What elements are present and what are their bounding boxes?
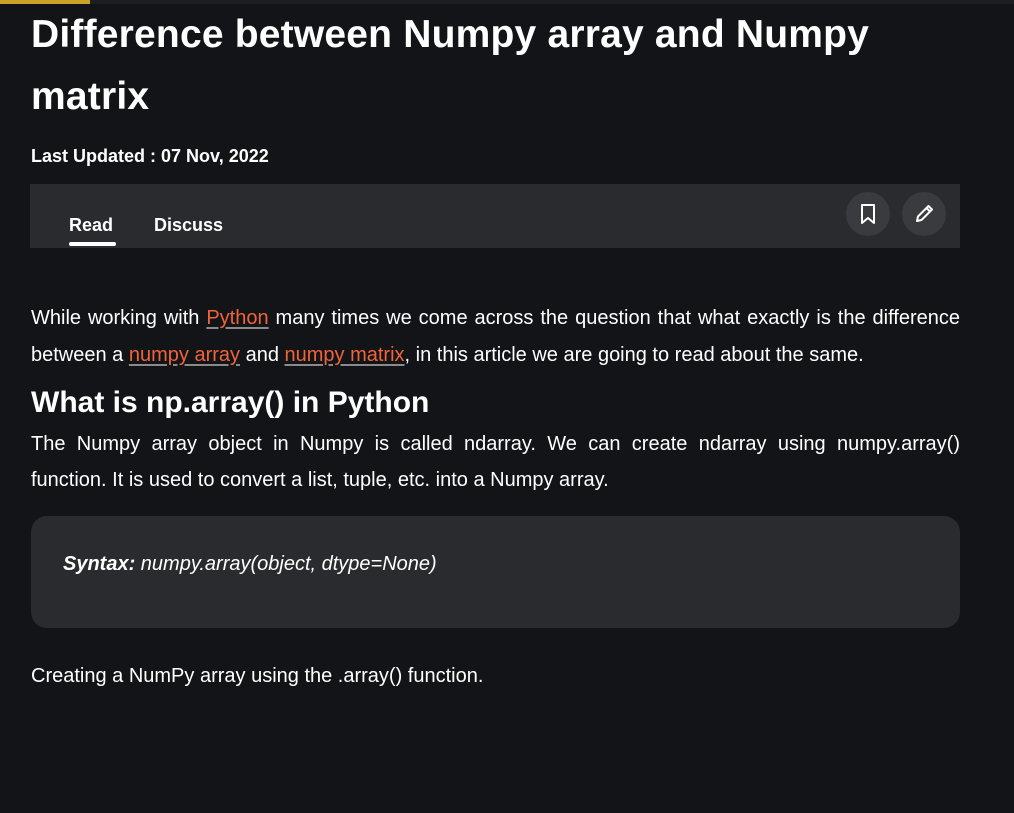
numpy-array-link[interactable]: numpy array xyxy=(129,344,240,366)
intro-paragraph: While working with Python many times we … xyxy=(31,300,960,374)
article-title: Difference between Numpy array and Numpy… xyxy=(31,13,870,118)
tab-discuss[interactable]: Discuss xyxy=(154,214,223,236)
intro-text-3: and xyxy=(240,344,285,366)
syntax-code: numpy.array(object, dtype=None) xyxy=(135,553,437,575)
edit-button[interactable] xyxy=(902,192,946,236)
intro-text-1: While working with xyxy=(31,307,207,329)
tab-read[interactable]: Read xyxy=(69,214,113,236)
numpy-matrix-link[interactable]: numpy matrix xyxy=(285,344,405,366)
syntax-box: Syntax: numpy.array(object, dtype=None) xyxy=(31,516,960,628)
after-syntax-paragraph: Creating a NumPy array using the .array(… xyxy=(31,665,484,687)
intro-text-4: , in this article we are going to read a… xyxy=(404,344,864,366)
article-body: While working with Python many times we … xyxy=(31,300,960,690)
article-tab-bar: Read Discuss xyxy=(30,184,960,248)
article-container: Difference between Numpy array and Numpy… xyxy=(30,0,960,687)
section-heading: What is np.array() in Python xyxy=(31,386,430,419)
syntax-line: Syntax: numpy.array(object, dtype=None) xyxy=(63,552,437,576)
bookmark-icon xyxy=(861,204,875,224)
python-link[interactable]: Python xyxy=(206,307,268,329)
bookmark-button[interactable] xyxy=(846,192,890,236)
syntax-label: Syntax: xyxy=(63,553,136,575)
active-tab-indicator xyxy=(69,242,116,246)
edit-pencil-icon xyxy=(916,205,933,222)
section-paragraph: The Numpy array object in Numpy is calle… xyxy=(31,433,960,491)
last-updated: Last Updated : 07 Nov, 2022 xyxy=(31,146,269,166)
